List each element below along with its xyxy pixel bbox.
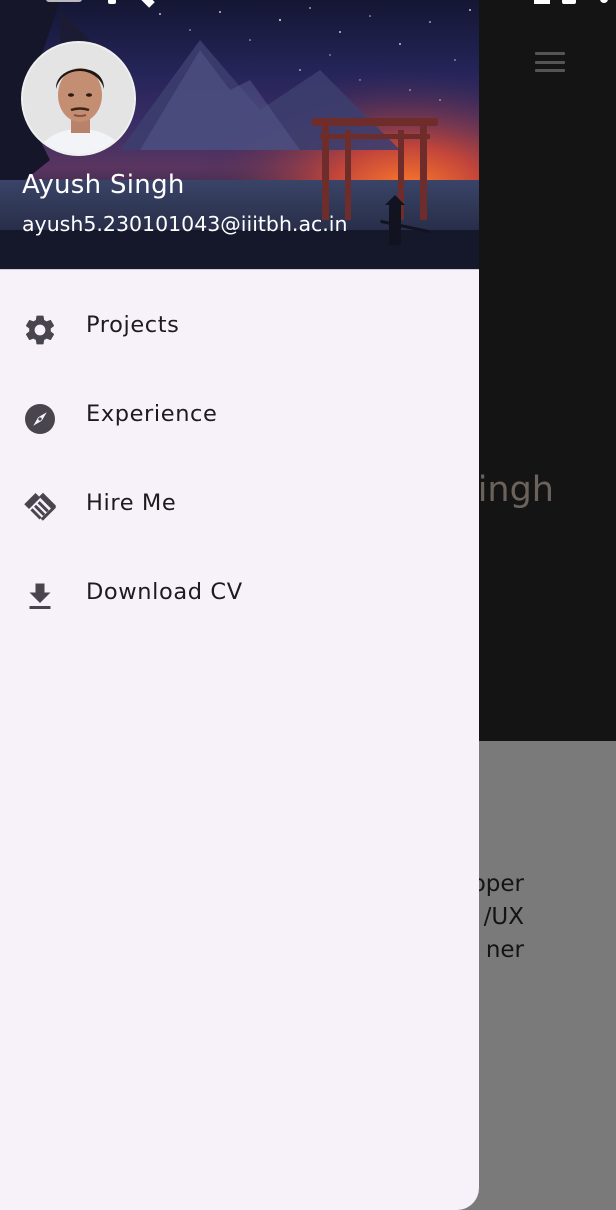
- status-icon: [600, 0, 608, 3]
- drawer-item-projects[interactable]: Projects: [0, 284, 479, 373]
- drawer-item-hire-me[interactable]: Hire Me: [0, 462, 479, 551]
- drawer-item-label: Projects: [86, 312, 180, 338]
- drawer-menu: Projects Experience Hire Me Download CV: [0, 284, 479, 640]
- user-name: Ayush Singh: [22, 170, 185, 200]
- status-bar: [0, 0, 616, 8]
- drawer-item-label: Download CV: [86, 579, 243, 605]
- drawer-item-experience[interactable]: Experience: [0, 373, 479, 462]
- signal-icon: [534, 0, 550, 4]
- compass-icon: [25, 404, 55, 434]
- user-email: ayush5.230101043@iiitbh.ac.in: [22, 212, 348, 236]
- profile-photo: [23, 43, 134, 154]
- drawer-item-label: Hire Me: [86, 490, 177, 516]
- battery-icon: [562, 0, 576, 4]
- drawer-item-download-cv[interactable]: Download CV: [0, 551, 479, 640]
- download-icon: [29, 583, 51, 609]
- menu-icon[interactable]: [530, 46, 570, 78]
- notification-icon: [139, 0, 155, 8]
- app-screen: ingh oper /UX ner Ayush Singh ayush5.230…: [0, 0, 616, 1210]
- gear-icon: [25, 315, 55, 345]
- drawer-item-label: Experience: [86, 401, 218, 427]
- handshake-icon: [24, 492, 56, 521]
- navigation-drawer: Ayush Singh ayush5.230101043@iiitbh.ac.i…: [0, 0, 479, 1210]
- notification-icon: [108, 0, 116, 4]
- profile-avatar[interactable]: [21, 41, 136, 156]
- drawer-header: Ayush Singh ayush5.230101043@iiitbh.ac.i…: [0, 0, 479, 270]
- status-time: [46, 0, 82, 2]
